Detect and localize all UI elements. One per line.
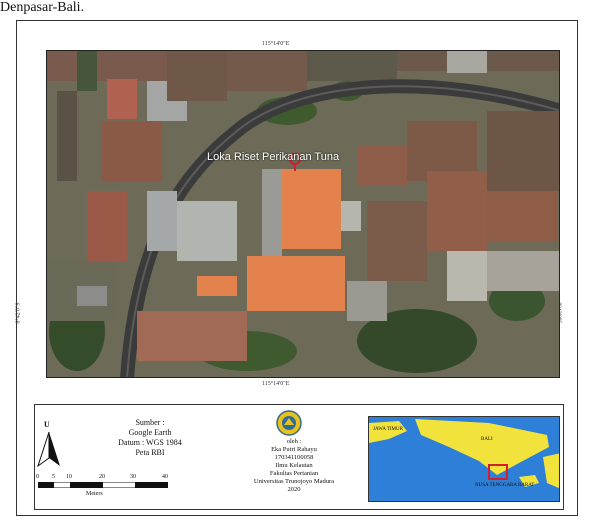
author-line: Universitas Trunojoyo Madura — [253, 478, 335, 485]
inset-label-bali: BALI — [481, 437, 493, 442]
top-longitude-label: 115°14'0"E — [262, 41, 290, 47]
north-letter: U — [44, 420, 50, 429]
source-line: Google Earth — [128, 428, 172, 437]
source-title: Sumber : — [135, 418, 165, 427]
author-line: Ilmu Kelautan — [275, 462, 313, 469]
author-line: Fakultas Pertanian — [269, 470, 319, 477]
satellite-image — [47, 51, 559, 377]
author-line: Eka Putri Rahayu — [271, 446, 317, 453]
scale-tick-label: 10 — [66, 474, 72, 480]
scale-tick-label: 30 — [130, 474, 136, 480]
left-latitude-label: 8°42'0"S — [15, 302, 22, 324]
inset-label-ntb: NUSA TENGGARA BARAT — [475, 483, 535, 488]
scale-tick-label: 40 — [162, 474, 168, 480]
scale-unit-label: Meters — [86, 491, 103, 497]
caption: Denpasar-Bali. — [0, 0, 85, 15]
author-line: 170341100058 — [274, 454, 314, 461]
source-line: Peta RBI — [135, 448, 165, 457]
scale-tick-label: 0 — [36, 474, 39, 480]
inset-map: JAWA TIMUR BALI NUSA TENGGARA BARAT — [368, 416, 560, 502]
source-line: Datum : WGS 1984 — [118, 438, 182, 447]
satellite-map: Loka Riset Perikanan Tuna — [46, 50, 560, 378]
author-line: oleh : — [286, 438, 302, 445]
source-block: Sumber : Google Earth Datum : WGS 1984 P… — [100, 418, 200, 458]
place-label: Loka Riset Perikanan Tuna — [207, 151, 340, 163]
bottom-longitude-label: 115°14'0"E — [262, 381, 290, 387]
author-block: oleh : Eka Putri Rahayu 170341100058 Ilm… — [244, 438, 344, 494]
author-line: 2020 — [287, 486, 301, 493]
university-logo-icon — [276, 410, 302, 436]
scale-bar — [38, 482, 168, 488]
scale-tick-label: 20 — [99, 474, 105, 480]
scale-tick-label: 5 — [52, 474, 55, 480]
inset-label-jawa-timur: JAWA TIMUR — [373, 427, 403, 432]
